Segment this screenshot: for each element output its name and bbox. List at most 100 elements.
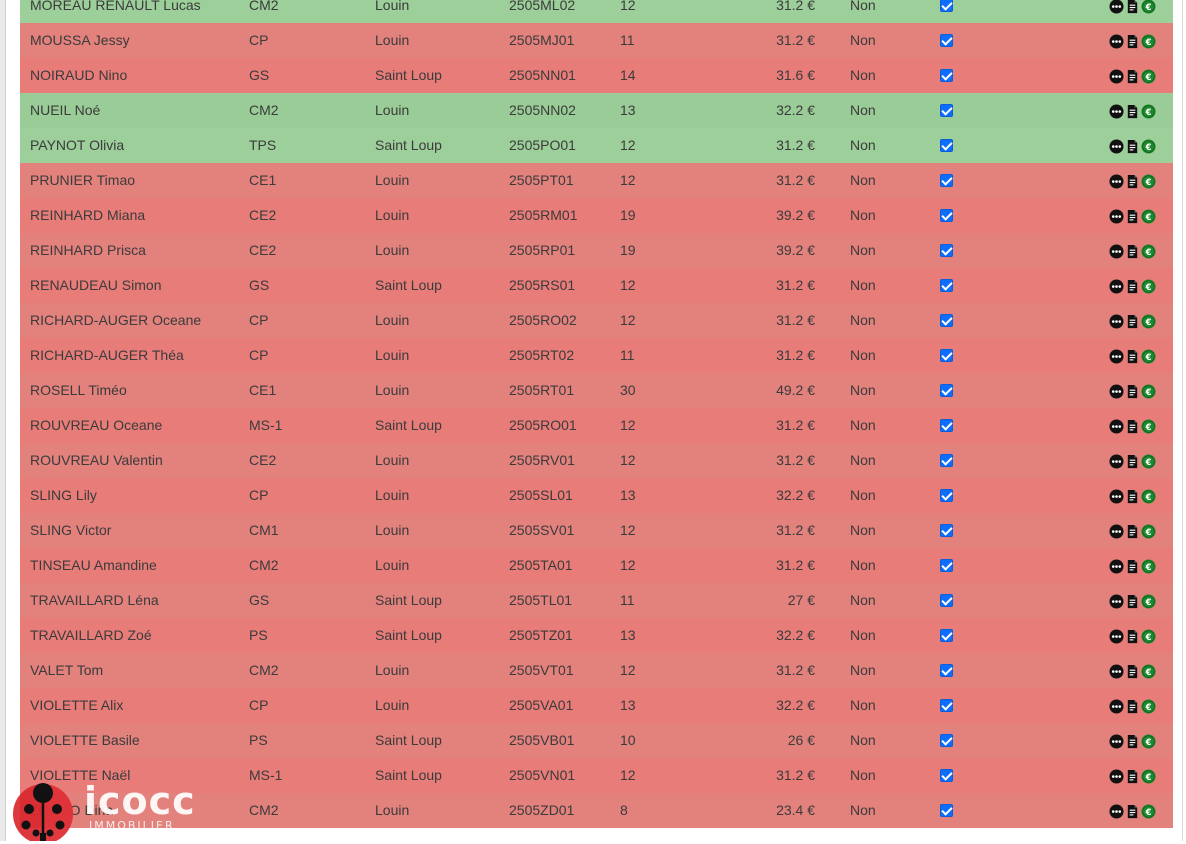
euro-payment-icon[interactable]: € [1141,768,1156,784]
more-options-icon[interactable] [1109,243,1124,259]
more-options-icon[interactable] [1109,33,1124,49]
selected-checkbox[interactable] [940,139,953,152]
status-flag: Non [850,0,876,13]
more-options-icon[interactable] [1109,663,1124,679]
more-options-icon[interactable] [1109,593,1124,609]
more-options-icon[interactable] [1109,418,1124,434]
selected-checkbox[interactable] [940,69,953,82]
euro-payment-icon[interactable]: € [1141,313,1156,329]
document-icon[interactable] [1125,244,1140,259]
more-options-icon[interactable] [1109,208,1124,224]
euro-payment-icon[interactable]: € [1141,663,1156,679]
euro-payment-icon[interactable]: € [1141,68,1156,84]
document-icon[interactable] [1125,0,1140,14]
euro-payment-icon[interactable]: € [1141,208,1156,224]
euro-payment-icon[interactable]: € [1141,348,1156,364]
document-icon[interactable] [1125,489,1140,504]
more-options-icon[interactable] [1109,698,1124,714]
euro-payment-icon[interactable]: € [1141,383,1156,399]
document-icon[interactable] [1125,699,1140,714]
selected-checkbox[interactable] [940,349,953,362]
more-options-icon[interactable] [1109,0,1124,14]
document-icon[interactable] [1125,454,1140,469]
document-icon[interactable] [1125,349,1140,364]
more-options-icon[interactable] [1109,733,1124,749]
selected-checkbox[interactable] [940,314,953,327]
more-options-icon[interactable] [1109,383,1124,399]
selected-checkbox[interactable] [940,419,953,432]
selected-checkbox[interactable] [940,104,953,117]
document-icon[interactable] [1125,139,1140,154]
document-icon[interactable] [1125,629,1140,644]
selected-checkbox[interactable] [940,489,953,502]
euro-payment-icon[interactable]: € [1141,593,1156,609]
document-icon[interactable] [1125,209,1140,224]
selected-checkbox[interactable] [940,699,953,712]
more-options-icon[interactable] [1109,313,1124,329]
euro-payment-icon[interactable]: € [1141,243,1156,259]
document-icon[interactable] [1125,664,1140,679]
document-icon[interactable] [1125,419,1140,434]
more-options-icon[interactable] [1109,278,1124,294]
selected-checkbox[interactable] [940,209,953,222]
euro-payment-icon[interactable]: € [1141,418,1156,434]
euro-payment-icon[interactable]: € [1141,698,1156,714]
selected-checkbox[interactable] [940,34,953,47]
selected-checkbox[interactable] [940,734,953,747]
selected-checkbox[interactable] [940,279,953,292]
euro-payment-icon[interactable]: € [1141,453,1156,469]
more-options-icon[interactable] [1109,558,1124,574]
euro-payment-icon[interactable]: € [1141,803,1156,819]
more-options-icon[interactable] [1109,768,1124,784]
more-options-icon[interactable] [1109,453,1124,469]
more-options-icon[interactable] [1109,488,1124,504]
document-icon[interactable] [1125,69,1140,84]
euro-payment-icon[interactable]: € [1141,523,1156,539]
euro-payment-icon[interactable]: € [1141,733,1156,749]
document-icon[interactable] [1125,524,1140,539]
document-icon[interactable] [1125,559,1140,574]
document-icon[interactable] [1125,384,1140,399]
selected-checkbox[interactable] [940,524,953,537]
euro-payment-icon[interactable]: € [1141,558,1156,574]
document-icon[interactable] [1125,734,1140,749]
more-options-icon[interactable] [1109,103,1124,119]
more-options-icon[interactable] [1109,348,1124,364]
document-icon[interactable] [1125,314,1140,329]
euro-payment-icon[interactable]: € [1141,33,1156,49]
document-icon[interactable] [1125,769,1140,784]
selected-checkbox[interactable] [940,804,953,817]
selected-checkbox[interactable] [940,629,953,642]
selected-checkbox[interactable] [940,0,953,12]
more-options-icon[interactable] [1109,803,1124,819]
selected-checkbox[interactable] [940,454,953,467]
document-icon[interactable] [1125,804,1140,819]
more-options-icon[interactable] [1109,138,1124,154]
euro-payment-icon[interactable]: € [1141,138,1156,154]
more-options-icon[interactable] [1109,628,1124,644]
euro-payment-icon[interactable]: € [1141,488,1156,504]
selected-checkbox[interactable] [940,384,953,397]
document-icon[interactable] [1125,104,1140,119]
euro-payment-icon[interactable]: € [1141,173,1156,189]
euro-payment-icon[interactable]: € [1141,103,1156,119]
euro-payment-icon[interactable]: € [1141,0,1156,14]
table-row: VIOLETTE Basile PS Saint Loup 2505VB01 10 26 … [20,723,1173,758]
more-options-icon[interactable] [1109,173,1124,189]
document-icon[interactable] [1125,174,1140,189]
more-options-icon[interactable] [1109,68,1124,84]
selected-checkbox[interactable] [940,244,953,257]
document-icon[interactable] [1125,594,1140,609]
selected-checkbox[interactable] [940,559,953,572]
document-icon[interactable] [1125,279,1140,294]
class-level: PS [249,627,268,643]
selected-checkbox[interactable] [940,664,953,677]
selected-checkbox[interactable] [940,769,953,782]
selected-checkbox[interactable] [940,594,953,607]
more-options-icon[interactable] [1109,523,1124,539]
selected-checkbox[interactable] [940,174,953,187]
euro-payment-icon[interactable]: € [1141,278,1156,294]
table-row: ROUVREAU Oceane MS-1 Saint Loup 2505RO01 12 3… [20,408,1173,443]
euro-payment-icon[interactable]: € [1141,628,1156,644]
document-icon[interactable] [1125,34,1140,49]
